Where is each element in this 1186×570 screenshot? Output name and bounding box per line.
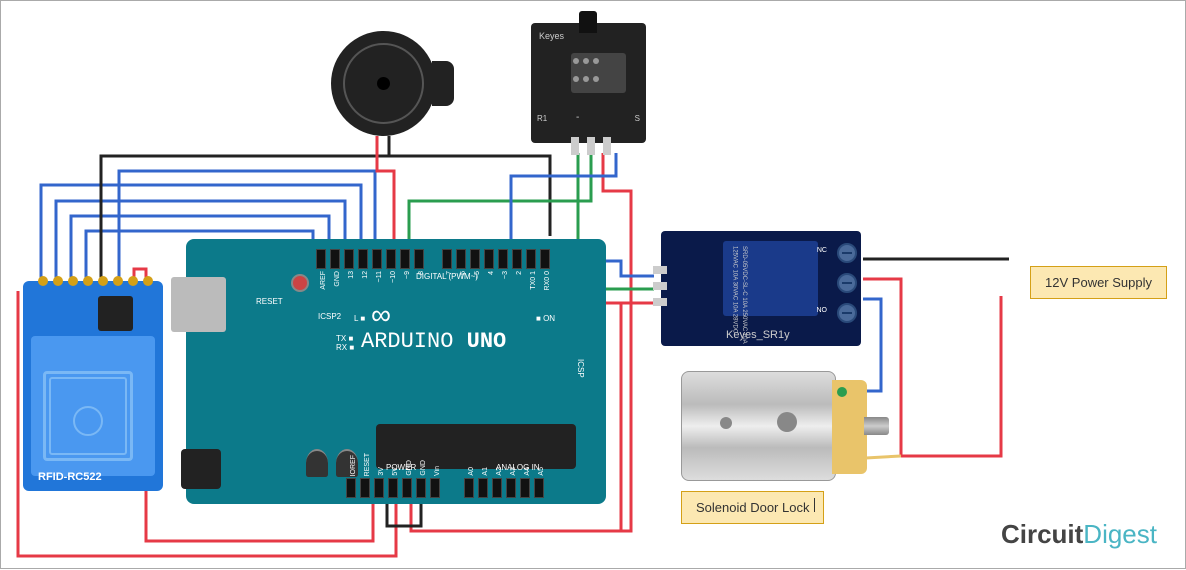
arduino-logo: ARDUINO UNO [361,329,506,354]
circuit-diagram: RFID-RC522 RESET ∞ ARDUINO UNO DIGITAL (… [1,1,1185,568]
tx-rx-label: TX ■RX ■ [336,334,354,352]
circuitdigest-logo: CircuitDigest [1001,519,1157,550]
relay-input-pins [653,266,667,306]
hall-sensor-component [579,11,597,33]
buzzer-hole [377,77,390,90]
relay-screw-terminals: NC NO [837,243,857,323]
l-label: L ■ [354,314,365,323]
rfid-icon [73,406,103,436]
rfid-label: RFID-RC522 [38,471,102,483]
power-supply-label: 12V Power Supply [1030,266,1167,299]
motor-rivet [720,417,732,429]
hall-s-label: S [635,114,640,123]
buzzer [331,31,436,136]
hall-r1-label: R1 [537,114,547,123]
relay-label: Keyes_SR1y [726,329,790,341]
arduino-digital-pins [316,249,550,269]
motor-shaft [864,417,889,435]
motor-terminal-bottom [837,452,847,462]
rfid-pins [38,281,153,286]
arduino-reset-button [291,274,309,292]
arduino-infinity-icon: ∞ [371,299,391,331]
solenoid-motor [681,371,836,481]
on-label: ■ ON [536,314,555,323]
buzzer-tab [432,61,454,106]
motor-rivet [777,412,797,432]
rfid-chip [98,296,133,331]
hall-minus-label: - [576,112,579,123]
icsp2-label: ICSP2 [318,312,341,321]
motor-terminal-top [837,387,847,397]
solenoid-lock-label: Solenoid Door Lock [681,491,824,524]
hall-pins [571,137,611,155]
rfid-module: RFID-RC522 [23,281,163,491]
arduino-usb-port [171,277,226,332]
reset-label: RESET [256,297,283,306]
arduino-barrel-jack [181,449,221,489]
hall-sensor-module: Keyes R1 - S [531,23,646,143]
arduino-board: RESET ∞ ARDUINO UNO DIGITAL (PWM~) TX ■R… [186,239,606,504]
arduino-power-analog-pins [346,478,544,498]
hall-brand-label: Keyes [539,31,564,41]
hall-chip [571,53,626,93]
relay-module: SRD-05VDC-SL-C 10A 250VAC 10A 125VAC 10A… [661,231,861,346]
icsp-label: ICSP [576,359,585,378]
